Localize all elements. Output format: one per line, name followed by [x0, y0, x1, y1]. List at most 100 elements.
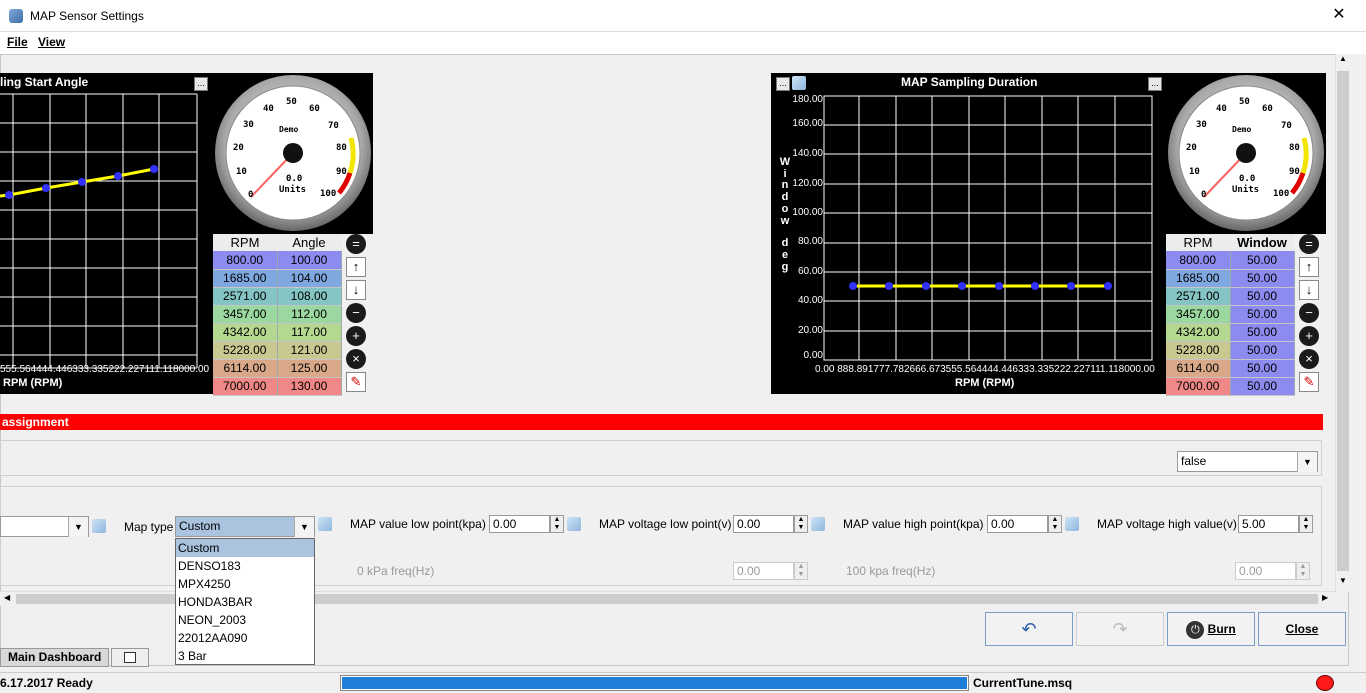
table-cell[interactable]: 50.00: [1230, 287, 1295, 306]
table-cell[interactable]: 50.00: [1230, 323, 1295, 342]
minus-icon[interactable]: −: [346, 303, 366, 323]
map-low-input[interactable]: 0.00: [489, 515, 550, 533]
edit-icon[interactable]: [811, 517, 825, 531]
plus-icon[interactable]: +: [1299, 326, 1319, 346]
map-high-stepper[interactable]: ▲ ▼: [1048, 515, 1062, 533]
multiply-icon[interactable]: ×: [346, 349, 366, 369]
close-window-icon[interactable]: ✕: [1328, 4, 1350, 26]
data-point[interactable]: [150, 165, 158, 173]
data-point[interactable]: [885, 282, 893, 290]
table-cell[interactable]: 121.00: [277, 341, 342, 360]
table-cell[interactable]: 3457.00: [213, 305, 278, 324]
arrow-up-icon[interactable]: ↑: [346, 257, 366, 277]
chevron-down-icon[interactable]: ▼: [68, 517, 88, 537]
edit-chart-icon[interactable]: [792, 76, 806, 90]
data-point[interactable]: [114, 172, 122, 180]
chevron-down-icon[interactable]: ▼: [1297, 452, 1317, 472]
multiply-icon[interactable]: ×: [1299, 349, 1319, 369]
table-cell[interactable]: 2571.00: [1166, 287, 1231, 306]
dropdown-option[interactable]: MPX4250: [176, 575, 314, 593]
dropdown-option[interactable]: 22012AA090: [176, 629, 314, 647]
table-cell[interactable]: 104.00: [277, 269, 342, 288]
column-header-rpm[interactable]: RPM: [1166, 234, 1230, 251]
dropdown-option[interactable]: DENSO183: [176, 557, 314, 575]
data-point[interactable]: [5, 191, 13, 199]
tab-add[interactable]: [111, 648, 149, 667]
map-type-combo[interactable]: Custom ▼: [175, 516, 315, 537]
column-header-rpm[interactable]: RPM: [213, 234, 277, 251]
table-cell[interactable]: 5228.00: [213, 341, 278, 360]
table-cell[interactable]: 4342.00: [213, 323, 278, 342]
false-combo[interactable]: false ▼: [1177, 451, 1318, 472]
arrow-down-icon[interactable]: ↓: [346, 280, 366, 300]
pencil-icon[interactable]: ✎: [346, 372, 366, 392]
dropdown-option[interactable]: HONDA3BAR: [176, 593, 314, 611]
data-point[interactable]: [42, 184, 50, 192]
table-cell[interactable]: 1685.00: [213, 269, 278, 288]
equals-icon[interactable]: =: [1299, 234, 1319, 254]
volt-low-stepper[interactable]: ▲ ▼: [794, 515, 808, 533]
volt-high-stepper[interactable]: ▲ ▼: [1299, 515, 1313, 533]
column-header-angle[interactable]: Angle: [277, 234, 341, 251]
table-cell[interactable]: 130.00: [277, 377, 342, 396]
chart-options-button[interactable]: ...: [194, 77, 208, 91]
table-cell[interactable]: 50.00: [1230, 269, 1295, 288]
table-cell[interactable]: 100.00: [277, 251, 342, 270]
volt-low-input[interactable]: 0.00: [733, 515, 794, 533]
table-cell[interactable]: 2571.00: [213, 287, 278, 306]
data-point[interactable]: [1067, 282, 1075, 290]
table-cell[interactable]: 112.00: [277, 305, 342, 324]
dropdown-option[interactable]: Custom: [176, 539, 314, 557]
arrow-up-icon[interactable]: ↑: [1299, 257, 1319, 277]
undo-button[interactable]: ↶: [985, 612, 1073, 646]
scroll-down-icon[interactable]: ▼: [1339, 576, 1347, 585]
table-cell[interactable]: 50.00: [1230, 359, 1295, 378]
scroll-left-icon[interactable]: ◀: [4, 593, 10, 602]
equals-icon[interactable]: =: [346, 234, 366, 254]
table-cell[interactable]: 117.00: [277, 323, 342, 342]
column-header-window[interactable]: Window: [1230, 234, 1294, 251]
table-cell[interactable]: 6114.00: [213, 359, 278, 378]
data-point[interactable]: [958, 282, 966, 290]
tab-main-dashboard[interactable]: Main Dashboard: [0, 648, 109, 667]
scroll-up-icon[interactable]: ▲: [1339, 54, 1347, 63]
table-cell[interactable]: 5228.00: [1166, 341, 1231, 360]
data-point[interactable]: [78, 178, 86, 186]
table-cell[interactable]: 125.00: [277, 359, 342, 378]
dropdown-option[interactable]: NEON_2003: [176, 611, 314, 629]
data-point[interactable]: [1104, 282, 1112, 290]
chart-options-button[interactable]: ...: [776, 77, 790, 91]
data-point[interactable]: [1031, 282, 1039, 290]
data-point[interactable]: [995, 282, 1003, 290]
table-cell[interactable]: 50.00: [1230, 377, 1295, 396]
table-cell[interactable]: 4342.00: [1166, 323, 1231, 342]
plus-icon[interactable]: +: [346, 326, 366, 346]
edit-icon[interactable]: [92, 519, 106, 533]
table-cell[interactable]: 108.00: [277, 287, 342, 306]
burn-button[interactable]: ⏻ Burn: [1167, 612, 1255, 646]
minus-icon[interactable]: −: [1299, 303, 1319, 323]
table-cell[interactable]: 3457.00: [1166, 305, 1231, 324]
close-button[interactable]: Close: [1258, 612, 1346, 646]
table-cell[interactable]: 800.00: [213, 251, 278, 270]
edit-icon[interactable]: [1065, 517, 1079, 531]
map-high-input[interactable]: 0.00: [987, 515, 1048, 533]
table-cell[interactable]: 7000.00: [213, 377, 278, 396]
table-cell[interactable]: 800.00: [1166, 251, 1231, 270]
data-point[interactable]: [922, 282, 930, 290]
table-cell[interactable]: 6114.00: [1166, 359, 1231, 378]
vertical-scrollbar[interactable]: ▲ ▼: [1335, 54, 1350, 592]
menu-view[interactable]: View: [38, 35, 65, 49]
table-cell[interactable]: 50.00: [1230, 341, 1295, 360]
pencil-icon[interactable]: ✎: [1299, 372, 1319, 392]
menu-file[interactable]: File: [7, 35, 28, 49]
scroll-thumb[interactable]: [1337, 71, 1349, 571]
table-cell[interactable]: 1685.00: [1166, 269, 1231, 288]
table-cell[interactable]: 7000.00: [1166, 377, 1231, 396]
table-cell[interactable]: 50.00: [1230, 251, 1295, 270]
chart-options-button[interactable]: ...: [1148, 77, 1162, 91]
dropdown-option[interactable]: 3 Bar: [176, 647, 314, 665]
chevron-down-icon[interactable]: ▼: [294, 517, 314, 537]
table-cell[interactable]: 50.00: [1230, 305, 1295, 324]
volt-high-input[interactable]: 5.00: [1238, 515, 1299, 533]
